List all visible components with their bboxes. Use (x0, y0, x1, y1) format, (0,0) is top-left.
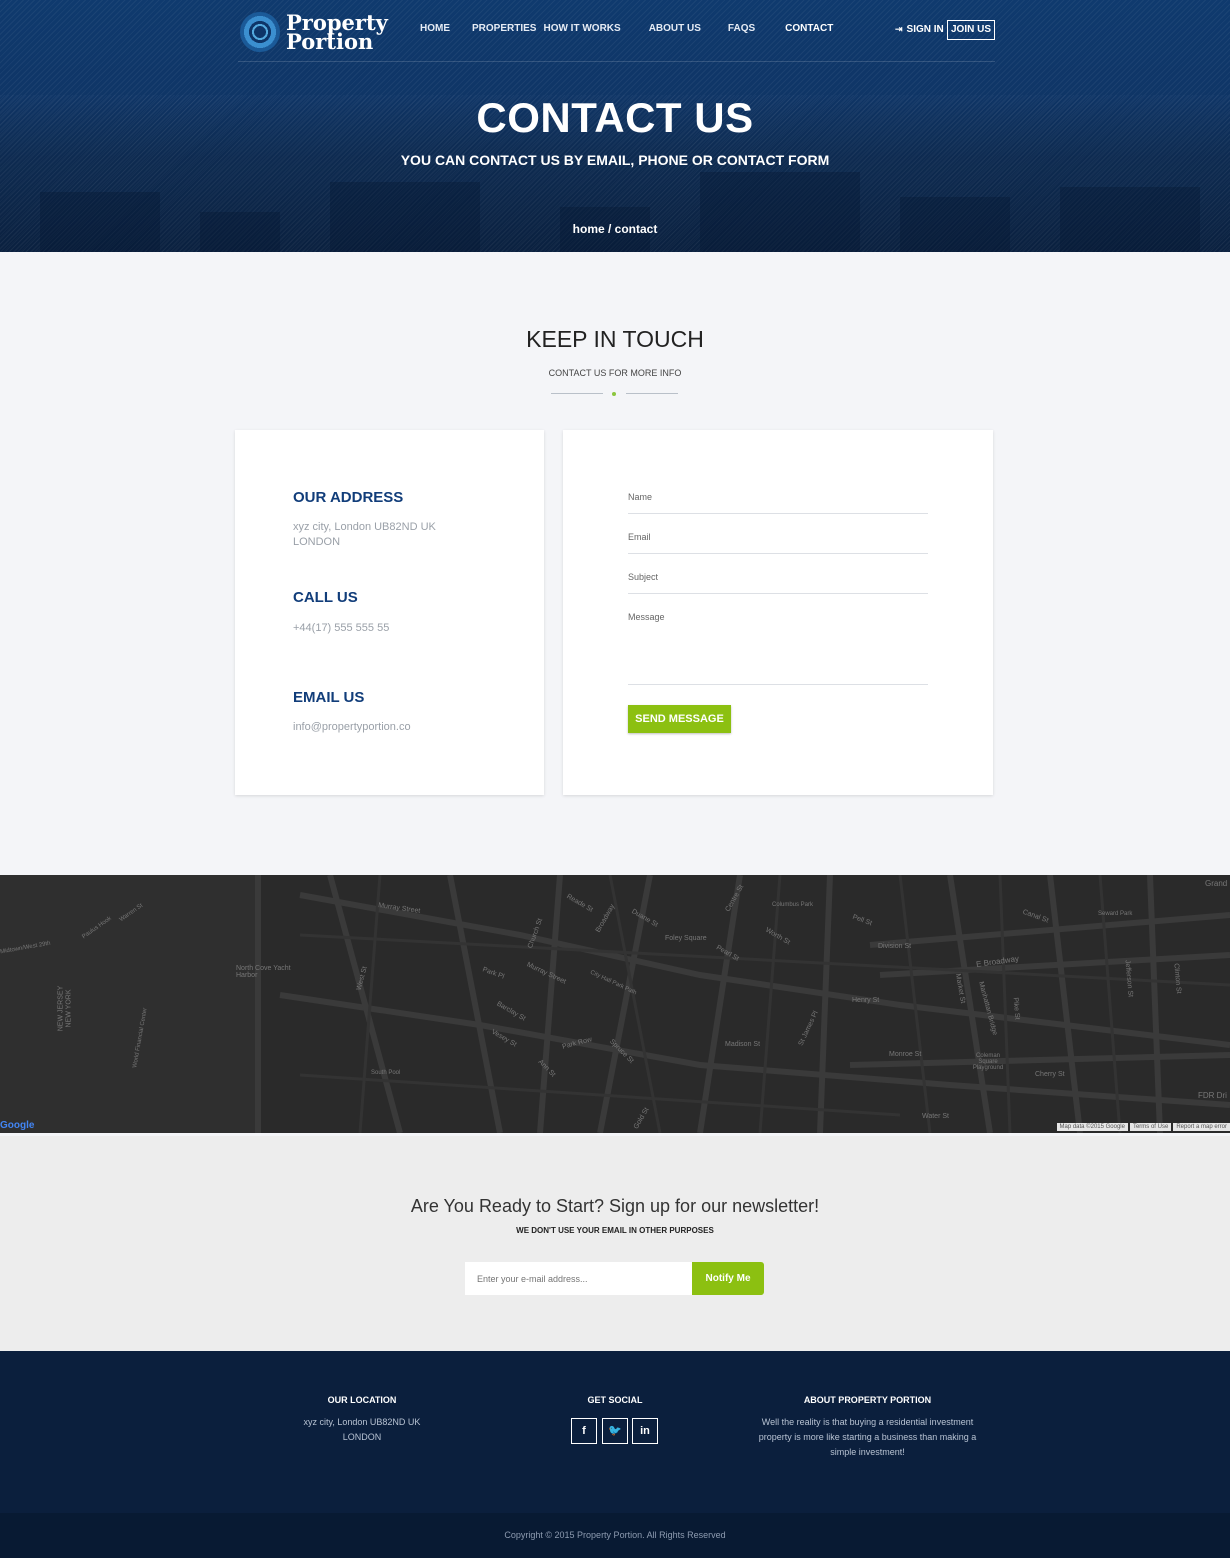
top-navigation-bar: Property Portion HOME PROPERTIES HOW IT … (238, 0, 995, 62)
sign-in-icon: ⇥ (895, 24, 903, 34)
map-label: Foley Square (665, 935, 707, 942)
location-map[interactable]: Murray Street Reade St Duane St Broadway… (0, 875, 1230, 1133)
email-address[interactable]: info@propertyportion.co (293, 720, 411, 735)
contact-info-card: OUR ADDRESS xyz city, London UB82ND UK L… (235, 430, 544, 795)
map-label: South Pool (371, 1070, 401, 1076)
google-logo[interactable]: Google (0, 1120, 34, 1131)
twitter-icon[interactable]: 🐦 (602, 1418, 628, 1444)
copyright: Copyright © 2015 Property Portion. All R… (0, 1513, 1230, 1558)
logo-mark-icon (240, 12, 280, 52)
nav-faqs[interactable]: FAQS (728, 23, 755, 34)
map-label: Grand (1205, 879, 1228, 888)
map-data-credit: Map data ©2015 Google (1056, 1123, 1128, 1131)
map-streets (255, 875, 1230, 1133)
map-label: Seward Park (1098, 911, 1133, 917)
sign-in-link[interactable]: ⇥ SIGN IN (895, 24, 944, 35)
map-report-link[interactable]: Report a map error (1173, 1123, 1230, 1131)
section-subtitle: CONTACT US FOR MORE INFO (548, 368, 682, 378)
nav-contact[interactable]: CONTACT (785, 23, 833, 34)
send-message-button[interactable]: SEND MESSAGE (628, 705, 731, 733)
footer-location-text: xyz city, London UB82ND UK LONDON (303, 1417, 421, 1442)
map-label: Cherry St (1035, 1071, 1065, 1078)
nav-about-us[interactable]: ABOUT US (649, 23, 701, 34)
email-field-label: Email (628, 532, 651, 542)
name-field-label: Name (628, 492, 653, 502)
hero-banner: Property Portion HOME PROPERTIES HOW IT … (0, 0, 1230, 252)
newsletter-title: Are You Ready to Start? Sign up for our … (410, 1196, 820, 1216)
email-heading: EMAIL US (293, 689, 365, 706)
email-field[interactable]: Email (628, 528, 928, 554)
join-us-button[interactable]: JOIN US (947, 20, 995, 40)
newsletter-email-input[interactable] (465, 1262, 693, 1295)
contact-form-card: Name Email Subject Message SEND MESSAGE (563, 430, 993, 795)
map-label: Coleman Square Playground (972, 1053, 1004, 1071)
map-label: Monroe St (889, 1051, 922, 1058)
map-attribution: Map data ©2015 Google Terms of Use Repor… (1055, 1123, 1230, 1131)
footer: OUR LOCATION xyz city, London UB82ND UK … (0, 1351, 1230, 1513)
call-heading: CALL US (293, 589, 358, 606)
divider-dot (612, 392, 616, 396)
sign-in-label: SIGN IN (906, 24, 944, 35)
footer-about-text: Well the reality is that buying a reside… (758, 1417, 977, 1457)
facebook-icon[interactable]: f (571, 1418, 597, 1444)
main-nav: HOME PROPERTIES HOW IT WORKS ABOUT US FA… (420, 23, 833, 34)
nav-properties[interactable]: PROPERTIES (472, 23, 536, 34)
brand-logo[interactable]: Property Portion (240, 12, 388, 52)
message-field-label: Message (628, 612, 665, 622)
map-label: Water St (922, 1113, 949, 1120)
newsletter-section: Are You Ready to Start? Sign up for our … (0, 1133, 1230, 1351)
page-title: CONTACT US (476, 94, 754, 141)
page-subtitle: YOU CAN CONTACT US BY EMAIL, PHONE OR CO… (400, 152, 830, 168)
map-label: Henry St (852, 997, 880, 1004)
notify-me-button[interactable]: Notify Me (692, 1262, 764, 1295)
map-label: NEW YORK (65, 989, 73, 1028)
map-label: FDR Dri (1198, 1091, 1227, 1100)
map-label: North Cove Yacht Harbor (236, 965, 291, 979)
divider-right (626, 393, 678, 394)
map-label: NEW JERSEY (57, 985, 65, 1032)
nav-home[interactable]: HOME (420, 23, 450, 34)
footer-social-heading: GET SOCIAL (587, 1395, 643, 1405)
linkedin-icon[interactable]: in (632, 1418, 658, 1444)
subject-field-label: Subject (628, 572, 659, 582)
divider-left (551, 393, 603, 394)
brand-name: Property Portion (286, 10, 388, 54)
nav-how-it-works[interactable]: HOW IT WORKS (543, 23, 620, 34)
breadcrumb[interactable]: home / contact (0, 222, 1230, 236)
section-title: KEEP IN TOUCH (526, 326, 704, 352)
phone-number[interactable]: +44(17) 555 555 55 (293, 621, 389, 636)
map-terms-link[interactable]: Terms of Use (1129, 1123, 1172, 1131)
message-field[interactable]: Message (628, 608, 928, 685)
name-field[interactable]: Name (628, 488, 928, 514)
footer-about-heading: ABOUT PROPERTY PORTION (803, 1395, 932, 1405)
address-heading: OUR ADDRESS (293, 489, 404, 506)
footer-location-heading: OUR LOCATION (327, 1395, 397, 1405)
address-text: xyz city, London UB82ND UK LONDON (293, 521, 436, 548)
map-label: Division St (878, 943, 912, 950)
newsletter-subtitle: WE DON'T USE YOUR EMAIL IN OTHER PURPOSE… (516, 1226, 714, 1235)
map-label: Columbus Park (772, 902, 814, 908)
map-label: Madison St (725, 1041, 761, 1048)
subject-field[interactable]: Subject (628, 568, 928, 594)
